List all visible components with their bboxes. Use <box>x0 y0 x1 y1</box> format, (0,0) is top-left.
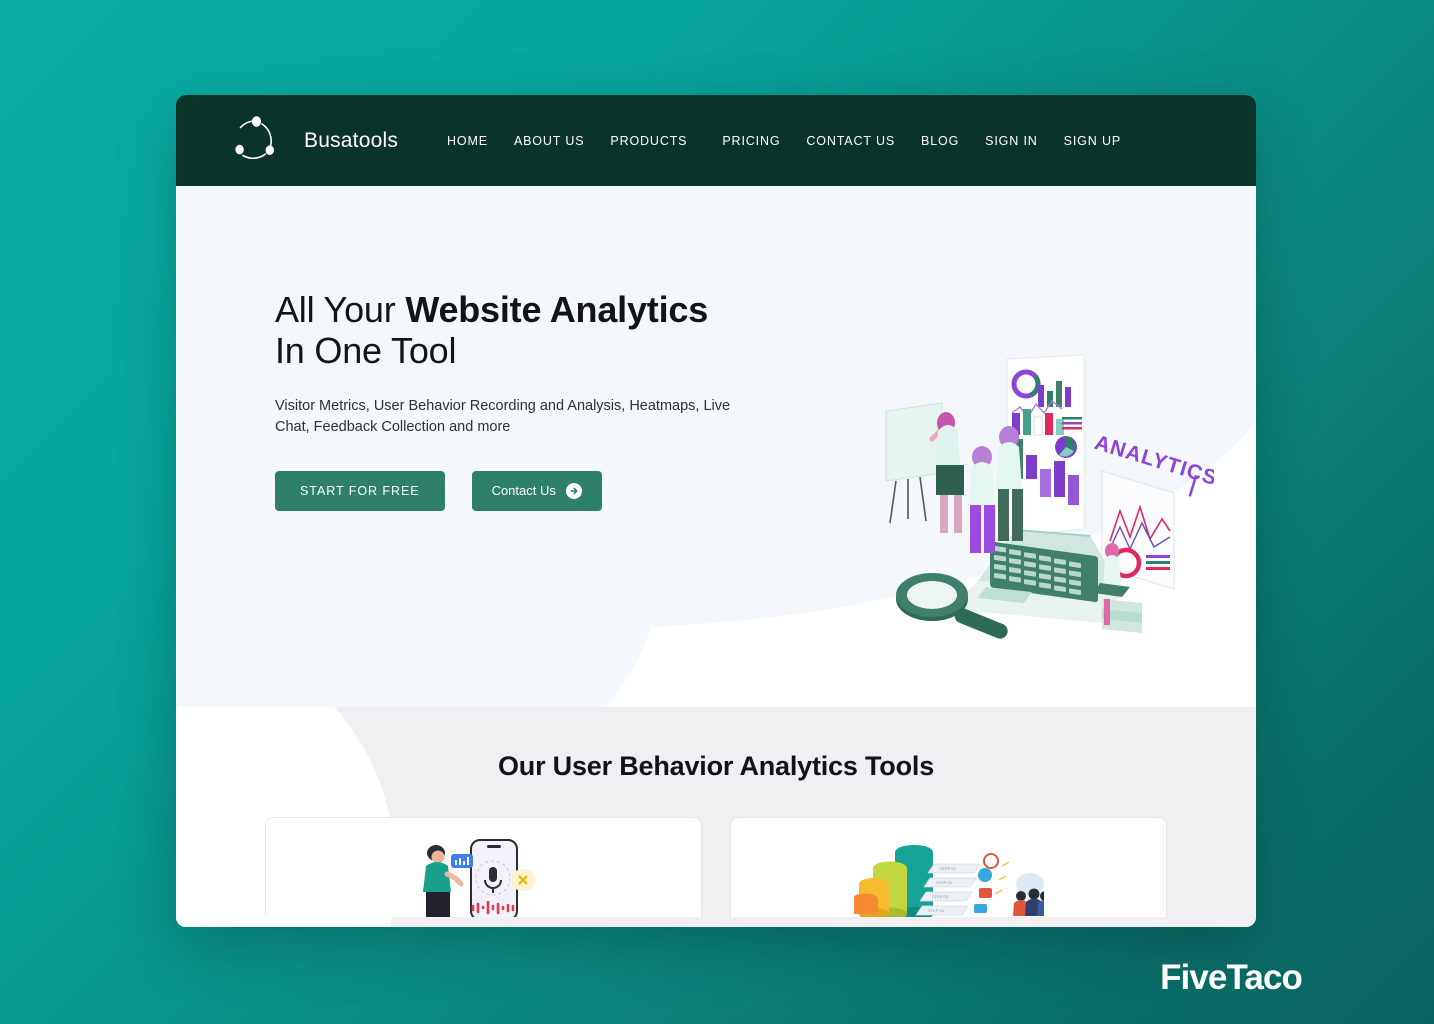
person-voice-recording-phone-illustration <box>422 839 536 917</box>
arrow-right-circle-icon <box>565 482 582 499</box>
tools-section: Our User Behavior Analytics Tools STEP 0… <box>176 707 1256 927</box>
nav-item-pricing[interactable]: PRICING <box>709 128 793 154</box>
contact-us-button[interactable]: Contact Us <box>471 470 602 511</box>
main-navigation: HOME ABOUT US PRODUCTS PRICING CONTACT U… <box>434 128 1134 154</box>
brand-logo[interactable]: Busatools <box>224 110 398 172</box>
svg-text:STEP 04: STEP 04 <box>928 908 945 913</box>
brand-name: Busatools <box>304 128 399 152</box>
analytics-dashboard-illustration: ANALYTICS <box>885 354 1214 639</box>
funnel-analytics-card[interactable]: STEP 01 STEP 02 STEP 03 STEP 04 <box>730 817 1167 917</box>
site-header: Busatools HOME ABOUT US PRODUCTS PRICING… <box>176 95 1256 186</box>
nav-item-home[interactable]: HOME <box>434 128 501 154</box>
hero-section: All Your Website Analytics In One Tool V… <box>176 186 1256 707</box>
step-bar-chart-people-illustration: STEP 01 STEP 02 STEP 03 STEP 04 <box>853 845 1044 917</box>
nav-item-sign-in[interactable]: SIGN IN <box>972 128 1050 154</box>
svg-text:STEP 03: STEP 03 <box>932 894 949 899</box>
hero-content: All Your Website Analytics In One Tool V… <box>176 186 736 511</box>
nav-item-sign-up[interactable]: SIGN UP <box>1051 128 1134 154</box>
hero-actions: START FOR FREE Contact Us <box>275 470 736 511</box>
orbit-circle-logo-icon <box>235 115 274 159</box>
tools-card-list: STEP 01 STEP 02 STEP 03 STEP 04 <box>176 817 1256 917</box>
contact-us-button-label: Contact Us <box>491 483 556 498</box>
nav-item-blog[interactable]: BLOG <box>908 128 972 154</box>
browser-window: Busatools HOME ABOUT US PRODUCTS PRICING… <box>176 95 1256 927</box>
nav-item-contact-us[interactable]: CONTACT US <box>793 128 908 154</box>
person-center <box>969 446 995 553</box>
start-for-free-button[interactable]: START FOR FREE <box>275 470 445 511</box>
hero-title-part1: All Your <box>275 289 406 330</box>
hero-title-emphasis: Website Analytics <box>405 289 709 330</box>
fivetaco-watermark: FiveTaco <box>1160 958 1303 997</box>
hero-title-part2: In One Tool <box>275 329 457 371</box>
svg-text:STEP 01: STEP 01 <box>940 866 957 871</box>
hero-subtitle: Visitor Metrics, User Behavior Recording… <box>275 398 731 435</box>
tools-section-title: Our User Behavior Analytics Tools <box>497 751 935 781</box>
hero-title: All Your Website Analytics In One Tool <box>275 289 736 371</box>
session-recording-card[interactable] <box>265 817 702 917</box>
nav-item-about-us[interactable]: ABOUT US <box>501 128 597 154</box>
nav-item-products[interactable]: PRODUCTS <box>597 128 709 154</box>
svg-text:STEP 02: STEP 02 <box>936 880 953 885</box>
